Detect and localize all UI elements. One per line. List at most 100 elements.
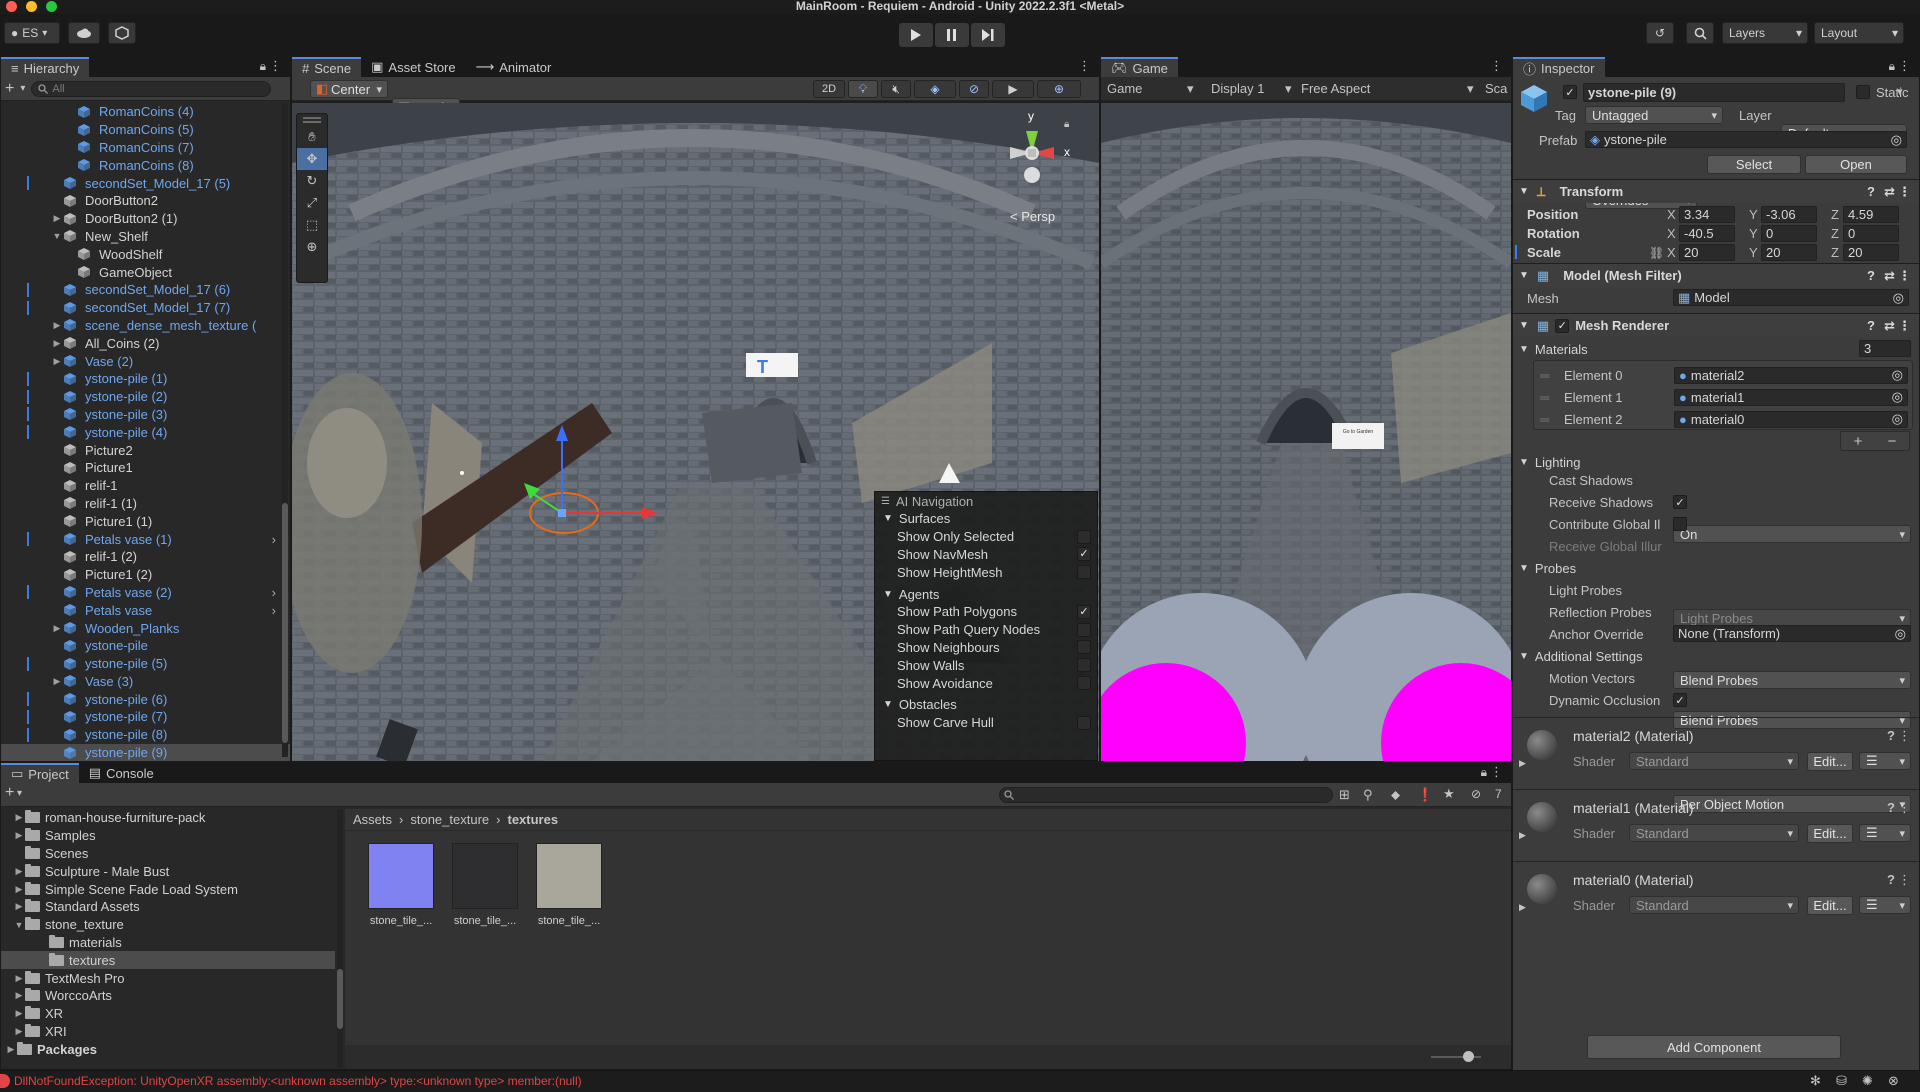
foldout-arrow-icon[interactable]: ▶ <box>51 676 63 687</box>
light-probes-dropdown[interactable]: Blend Probes <box>1673 671 1911 689</box>
camera-dropdown[interactable]: ▶︎ <box>992 80 1034 98</box>
help-icon[interactable]: ? <box>1867 184 1875 199</box>
error-message[interactable]: DllNotFoundException: UnityOpenXR assemb… <box>14 1074 582 1088</box>
hierarchy-item[interactable]: Picture1 <box>1 459 290 477</box>
add-icon[interactable]: + <box>5 784 14 802</box>
pivot-dropdown[interactable]: ◧ Center <box>310 80 388 98</box>
project-folder-item[interactable]: ▶ Simple Scene Fade Load System <box>1 880 335 898</box>
hierarchy-item[interactable]: ystone-pile <box>1 637 290 655</box>
hierarchy-item[interactable]: relif-1 (1) <box>1 495 290 513</box>
asset-item[interactable]: stone_tile_... <box>367 843 435 927</box>
help-icon[interactable]: ? <box>1887 728 1895 743</box>
anchor-override-field[interactable]: None (Transform) ◎ <box>1673 625 1911 642</box>
hierarchy-item[interactable]: ▶ scene_dense_mesh_texture ( <box>1 317 290 335</box>
tag-dropdown[interactable]: Untagged <box>1585 106 1723 124</box>
nav-option-checkbox[interactable]: ✓ <box>1077 547 1091 562</box>
static-checkbox[interactable] <box>1856 85 1870 99</box>
rotate-tool-icon[interactable]: ↻ <box>297 170 327 192</box>
play-button[interactable] <box>899 23 933 47</box>
asset-item[interactable]: stone_tile_... <box>451 843 519 927</box>
hierarchy-item[interactable]: DoorButton2 <box>1 192 290 210</box>
foldout-arrow-icon[interactable]: ▶ <box>13 884 25 895</box>
fold-right-icon[interactable]: ▶ <box>1519 830 1526 841</box>
search-by-type-icon[interactable]: ⊞ <box>1339 787 1350 803</box>
object-picker-icon[interactable]: ◎ <box>1891 132 1902 148</box>
breadcrumb-assets[interactable]: Assets <box>353 812 392 827</box>
add-icon[interactable]: + <box>1854 433 1863 450</box>
overlay-header[interactable]: ☰ AI Navigation <box>875 492 1097 510</box>
tab-hierarchy[interactable]: ≡ Hierarchy <box>1 57 90 77</box>
move-tool-icon[interactable]: ✥ <box>297 148 327 170</box>
material-field[interactable]: ● material2 ◎ <box>1674 366 1908 384</box>
hidden-objects-toggle[interactable]: ⊘ <box>959 80 989 98</box>
shader-options-dropdown[interactable]: ☰ <box>1859 896 1911 914</box>
foldout-arrow-icon[interactable]: ▶ <box>5 1044 17 1055</box>
tab-asset-store[interactable]: ▣ Asset Store <box>361 57 466 77</box>
hierarchy-scrollbar[interactable] <box>282 103 288 757</box>
transform-header[interactable]: ▼ ⟂ Transform ? ⇄ ⋮ <box>1513 179 1919 203</box>
more-menu-icon[interactable]: ⋮ <box>1898 184 1911 200</box>
foldout-arrow-icon[interactable]: ▼ <box>51 231 63 241</box>
nav-option-checkbox[interactable] <box>1077 529 1091 544</box>
effects-dropdown[interactable]: ◈ <box>914 80 956 98</box>
tab-animator[interactable]: ⟶ Animator <box>466 57 562 77</box>
help-icon[interactable]: ? <box>1887 872 1895 887</box>
more-menu-icon[interactable]: ⋮ <box>1078 58 1091 74</box>
chevron-right-icon[interactable]: › <box>272 532 276 547</box>
scene-viewport[interactable]: T ✋︎ ✥ ↻ ⤢ ⬚ ⊕ y x 🔒︎ < Persp ☰ AI Navig… <box>292 103 1099 761</box>
hierarchy-item[interactable]: relif-1 <box>1 477 290 495</box>
toggle-2d-button[interactable]: 2D <box>813 80 845 98</box>
scrollbar-thumb[interactable] <box>282 503 288 743</box>
z-field[interactable]: 4.59 <box>1843 206 1899 223</box>
nav-option[interactable]: Show Path Polygons ✓ <box>875 603 1097 621</box>
hierarchy-item[interactable]: ystone-pile (4) <box>1 423 290 441</box>
drag-handle-icon[interactable]: ═ <box>1540 368 1549 383</box>
more-menu-icon[interactable]: ⋮ <box>1898 872 1911 888</box>
more-menu-icon[interactable]: ⋮ <box>1898 318 1911 334</box>
fold-right-icon[interactable]: ▶ <box>1519 902 1526 913</box>
chevron-down-icon[interactable]: ▾ <box>1897 85 1903 98</box>
hierarchy-item[interactable]: RomanCoins (7) <box>1 139 290 157</box>
lock-icon[interactable]: 🔒︎ <box>1481 765 1487 780</box>
object-picker-icon[interactable]: ◎ <box>1893 290 1904 306</box>
fold-right-icon[interactable]: ▶ <box>1519 758 1526 769</box>
hierarchy-item[interactable]: ystone-pile (5) <box>1 655 290 673</box>
project-folder-item[interactable]: ▶ XRI <box>1 1023 335 1041</box>
mesh-renderer-enabled-checkbox[interactable]: ✓ <box>1555 318 1570 333</box>
hierarchy-item[interactable]: ystone-pile (2) <box>1 388 290 406</box>
hierarchy-item[interactable]: ystone-pile (8) <box>1 726 290 744</box>
foldout-arrow-icon[interactable]: ▶ <box>13 901 25 912</box>
foldout-arrow-icon[interactable]: ▶ <box>51 320 63 331</box>
gizmos-dropdown[interactable]: ⊕ <box>1037 80 1081 98</box>
material-field[interactable]: ● material1 ◎ <box>1674 388 1908 406</box>
scale-tool-icon[interactable]: ⤢ <box>297 192 327 214</box>
hand-tool-icon[interactable]: ✋︎ <box>297 126 327 148</box>
foldout-arrow-icon[interactable]: ▼ <box>13 920 25 930</box>
aspect-dropdown[interactable]: Free Aspect ▾ <box>1301 81 1479 96</box>
tab-inspector[interactable]: ⓘ Inspector <box>1513 57 1605 77</box>
active-checkbox[interactable]: ✓ <box>1563 85 1577 99</box>
object-picker-icon[interactable]: ◎ <box>1892 411 1903 427</box>
foldout-arrow-icon[interactable]: ▶ <box>13 866 25 877</box>
nav-section-header[interactable]: ▼ Surfaces <box>875 510 1097 528</box>
nav-option[interactable]: Show Walls <box>875 656 1097 674</box>
hierarchy-item[interactable]: secondSet_Model_17 (5) <box>1 174 290 192</box>
drag-handle-icon[interactable]: ═ <box>1540 412 1549 427</box>
account-dropdown[interactable]: ● ES ▾ <box>4 22 60 44</box>
nav-option-checkbox[interactable] <box>1077 715 1091 730</box>
add-icon[interactable]: + <box>5 80 14 98</box>
history-button[interactable]: ↺ <box>1646 22 1674 44</box>
receive-shadows-checkbox[interactable]: ✓ <box>1673 495 1687 509</box>
transform-tool-icon[interactable]: ⊕ <box>297 236 327 258</box>
z-field[interactable]: 20 <box>1843 244 1899 261</box>
nav-option[interactable]: Show Path Query Nodes <box>875 621 1097 639</box>
prefab-field[interactable]: ◈ ystone-pile ◎ <box>1585 131 1907 148</box>
project-folder-item[interactable]: ▶ WorccoArts <box>1 987 335 1005</box>
hierarchy-item[interactable]: Picture2 <box>1 441 290 459</box>
chevron-down-icon[interactable]: ▾ <box>20 83 25 94</box>
additional-settings-foldout[interactable]: ▼ Additional Settings <box>1519 649 1643 664</box>
help-icon[interactable]: ? <box>1867 318 1875 333</box>
x-field[interactable]: 20 <box>1679 244 1735 261</box>
chevron-right-icon[interactable]: › <box>272 603 276 618</box>
object-picker-icon[interactable]: ◎ <box>1895 626 1906 642</box>
